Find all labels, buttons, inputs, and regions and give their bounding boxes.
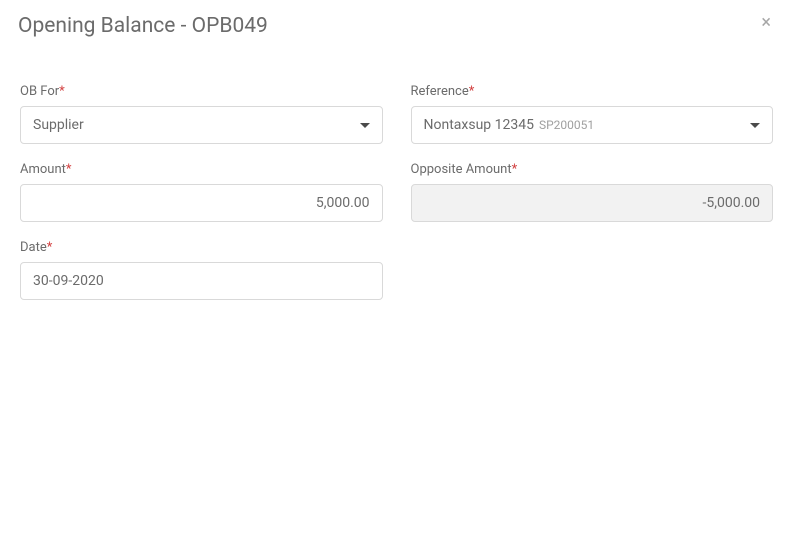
ob-for-selected-text: Supplier <box>33 117 84 133</box>
opposite-amount-label: Opposite Amount* <box>411 162 774 177</box>
amount-input[interactable] <box>20 184 383 222</box>
date-group: Date* <box>20 240 383 300</box>
required-mark: * <box>66 162 72 177</box>
ob-for-label-text: OB For <box>20 84 59 99</box>
reference-group: Reference* Nontaxsup 12345 SP200051 <box>411 84 774 144</box>
modal-header: Opening Balance - OPB049 × <box>0 0 793 46</box>
required-mark: * <box>59 84 65 99</box>
page-title: Opening Balance - OPB049 <box>18 14 268 38</box>
close-button[interactable]: × <box>757 14 775 32</box>
close-icon: × <box>761 12 771 33</box>
required-mark: * <box>512 162 518 177</box>
chevron-down-icon <box>750 123 760 128</box>
reference-selected-sub: SP200051 <box>539 118 594 132</box>
date-label-text: Date <box>20 240 47 255</box>
opposite-amount-group: Opposite Amount* -5,000.00 <box>411 162 774 222</box>
opposite-amount-field: -5,000.00 <box>411 184 774 222</box>
opposite-amount-value: -5,000.00 <box>702 195 760 211</box>
ob-for-select[interactable]: Supplier <box>20 106 383 144</box>
reference-select[interactable]: Nontaxsup 12345 SP200051 <box>411 106 774 144</box>
reference-label: Reference* <box>411 84 774 99</box>
required-mark: * <box>469 84 475 99</box>
reference-selected-main: Nontaxsup 12345 <box>424 117 534 133</box>
amount-label-text: Amount <box>20 162 66 177</box>
form-body: OB For* Supplier Reference* Nontaxsup 12… <box>0 46 793 320</box>
reference-label-text: Reference <box>411 84 469 99</box>
amount-group: Amount* <box>20 162 383 222</box>
reference-value: Nontaxsup 12345 SP200051 <box>424 117 743 133</box>
required-mark: * <box>47 240 53 255</box>
chevron-down-icon <box>360 123 370 128</box>
ob-for-value: Supplier <box>33 117 352 133</box>
ob-for-group: OB For* Supplier <box>20 84 383 144</box>
amount-label: Amount* <box>20 162 383 177</box>
date-label: Date* <box>20 240 383 255</box>
opposite-amount-label-text: Opposite Amount <box>411 162 512 177</box>
ob-for-label: OB For* <box>20 84 383 99</box>
date-input[interactable] <box>20 262 383 300</box>
